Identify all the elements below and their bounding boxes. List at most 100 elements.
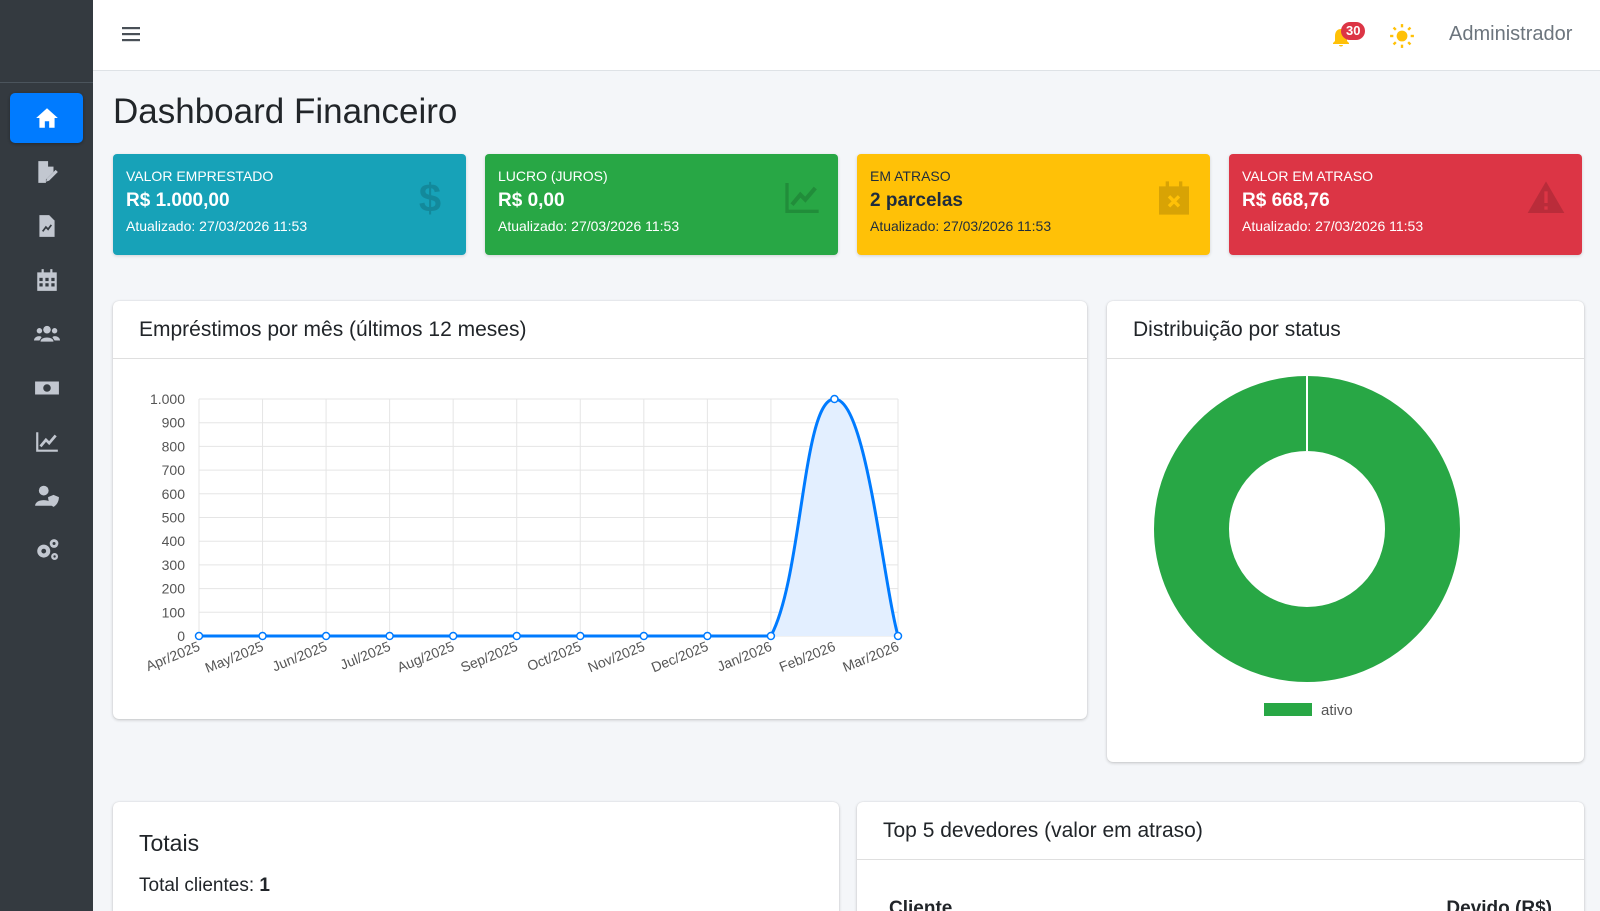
sidebar-item-graficos[interactable] [10,417,83,467]
chart-line-icon [35,432,58,452]
top5-debtors-card: Top 5 devedores (valor em atraso) Client… [857,802,1584,911]
loans-per-month-card: Empréstimos por mês (últimos 12 meses) 0… [113,301,1087,719]
info-box-label: Valor em Atraso [1242,168,1373,184]
notifications-button[interactable]: 30 [1329,22,1366,52]
info-box-value: R$ 668,76 [1242,190,1330,211]
warning-icon [1527,181,1565,213]
card-title: Distribuição por status [1107,301,1584,359]
y-tick-label: 400 [162,533,186,549]
y-tick-label: 600 [162,486,186,502]
sidebar-item-configuracoes[interactable] [10,525,83,575]
hamburger-menu-icon[interactable] [119,22,143,46]
total-clientes-row: Total clientes: 1 [139,875,270,897]
x-tick-label: Jul/2025 [338,638,393,673]
x-tick-label: Jan/2026 [715,638,775,674]
sidebar-item-contratos[interactable] [10,147,83,197]
x-tick-label: Nov/2025 [585,638,647,675]
info-box-valor-emprestado: Valor Emprestado R$ 1.000,00 Atualizado:… [113,154,466,255]
column-header-devido[interactable]: Devido (R$) [1446,898,1552,911]
status-distribution-card: Distribuição por status ativo [1107,301,1584,762]
x-tick-label: Aug/2025 [395,638,457,675]
loans-per-month-chart: 0 100 200 300 400 500 600 700 800 900 1.000 Apr/202… [143,391,903,676]
calendar-icon [36,269,57,291]
home-icon [35,108,58,128]
data-point [512,631,521,641]
info-box-em-atraso: Em Atraso 2 parcelas Atualizado: 27/03/2… [857,154,1210,255]
sun-icon [1390,24,1414,48]
chart-line-icon [785,183,819,213]
sidebar-item-usuarios[interactable] [10,471,83,521]
info-box-value: 2 parcelas [870,190,963,211]
info-box-value: R$ 1.000,00 [126,190,230,211]
notification-count-badge: 30 [1341,22,1366,40]
y-tick-label: 800 [162,438,186,454]
y-tick-label: 0 [177,628,185,644]
y-tick-label: 200 [162,581,186,597]
totals-card: Totais Total clientes: 1 [113,802,839,911]
x-tick-label: May/2025 [203,638,266,676]
data-point [385,631,394,641]
y-tick-label: 900 [162,415,186,431]
theme-toggle-button[interactable] [1389,23,1415,49]
info-box-valor-em-atraso: Valor em Atraso R$ 668,76 Atualizado: 27… [1229,154,1582,255]
file-signature-icon [37,161,58,183]
sidebar-item-relatorios[interactable] [10,201,83,251]
x-tick-label: Jun/2025 [270,638,330,674]
dollar-icon: $ [419,178,441,218]
x-tick-label: Oct/2025 [525,638,584,674]
x-tick-label: Feb/2026 [777,638,838,675]
card-title: Top 5 devedores (valor em atraso) [857,802,1584,860]
data-point [576,631,585,641]
data-point [258,631,267,641]
legend-swatch [1264,703,1312,716]
total-clientes-label: Total clientes: [139,875,255,896]
y-tick-label: 300 [162,557,186,573]
y-tick-label: 1.000 [150,391,185,407]
money-bill-icon [34,381,59,395]
page-title: Dashboard Financeiro [113,92,458,131]
card-title: Totais [139,830,200,856]
info-box-updated: Atualizado: 27/03/2026 11:53 [498,218,680,234]
data-point [448,631,458,641]
x-tick-label: Sep/2025 [458,638,520,675]
sidebar-item-clientes[interactable] [10,309,83,359]
sidebar-nav [0,83,93,589]
top-navbar: 30 Administrador [93,0,1600,71]
svg-text:$: $ [419,178,441,218]
y-tick-label: 700 [162,462,186,478]
column-header-cliente[interactable]: Cliente [889,898,952,911]
x-tick-label: Dec/2025 [649,638,711,675]
data-point [830,394,839,404]
info-box-label: Em Atraso [870,168,951,184]
data-point [893,631,903,641]
info-box-value: R$ 0,00 [498,190,565,211]
sidebar-item-pagamentos[interactable] [10,363,83,413]
data-point [766,631,776,641]
sidebar-brand [0,0,93,83]
info-box-updated: Atualizado: 27/03/2026 11:53 [870,218,1052,234]
calendar-x-icon [1159,181,1189,215]
sidebar-item-home[interactable] [10,93,83,143]
cogs-icon [36,539,58,560]
y-tick-label: 100 [162,604,186,620]
data-point [639,631,649,641]
sidebar [0,0,93,911]
user-shield-icon [34,485,59,507]
file-invoice-icon [38,215,55,237]
users-icon [33,325,60,342]
data-point [194,631,204,641]
info-box-updated: Atualizado: 27/03/2026 11:53 [126,218,308,234]
info-box-lucro: Lucro (Juros) R$ 0,00 Atualizado: 27/03/… [485,154,838,255]
info-box-updated: Atualizado: 27/03/2026 11:53 [1242,218,1424,234]
card-title: Empréstimos por mês (últimos 12 meses) [113,301,1087,359]
y-tick-label: 500 [162,510,186,526]
total-clientes-value: 1 [259,875,270,896]
status-distribution-chart: ativo [1154,376,1460,719]
x-tick-label: Mar/2026 [840,638,901,675]
legend-label: ativo [1321,702,1353,719]
info-box-label: Lucro (Juros) [498,168,608,184]
sidebar-item-calendario[interactable] [10,255,83,305]
user-menu[interactable]: Administrador [1449,23,1572,46]
info-box-label: Valor Emprestado [126,168,274,184]
data-point [321,631,331,641]
